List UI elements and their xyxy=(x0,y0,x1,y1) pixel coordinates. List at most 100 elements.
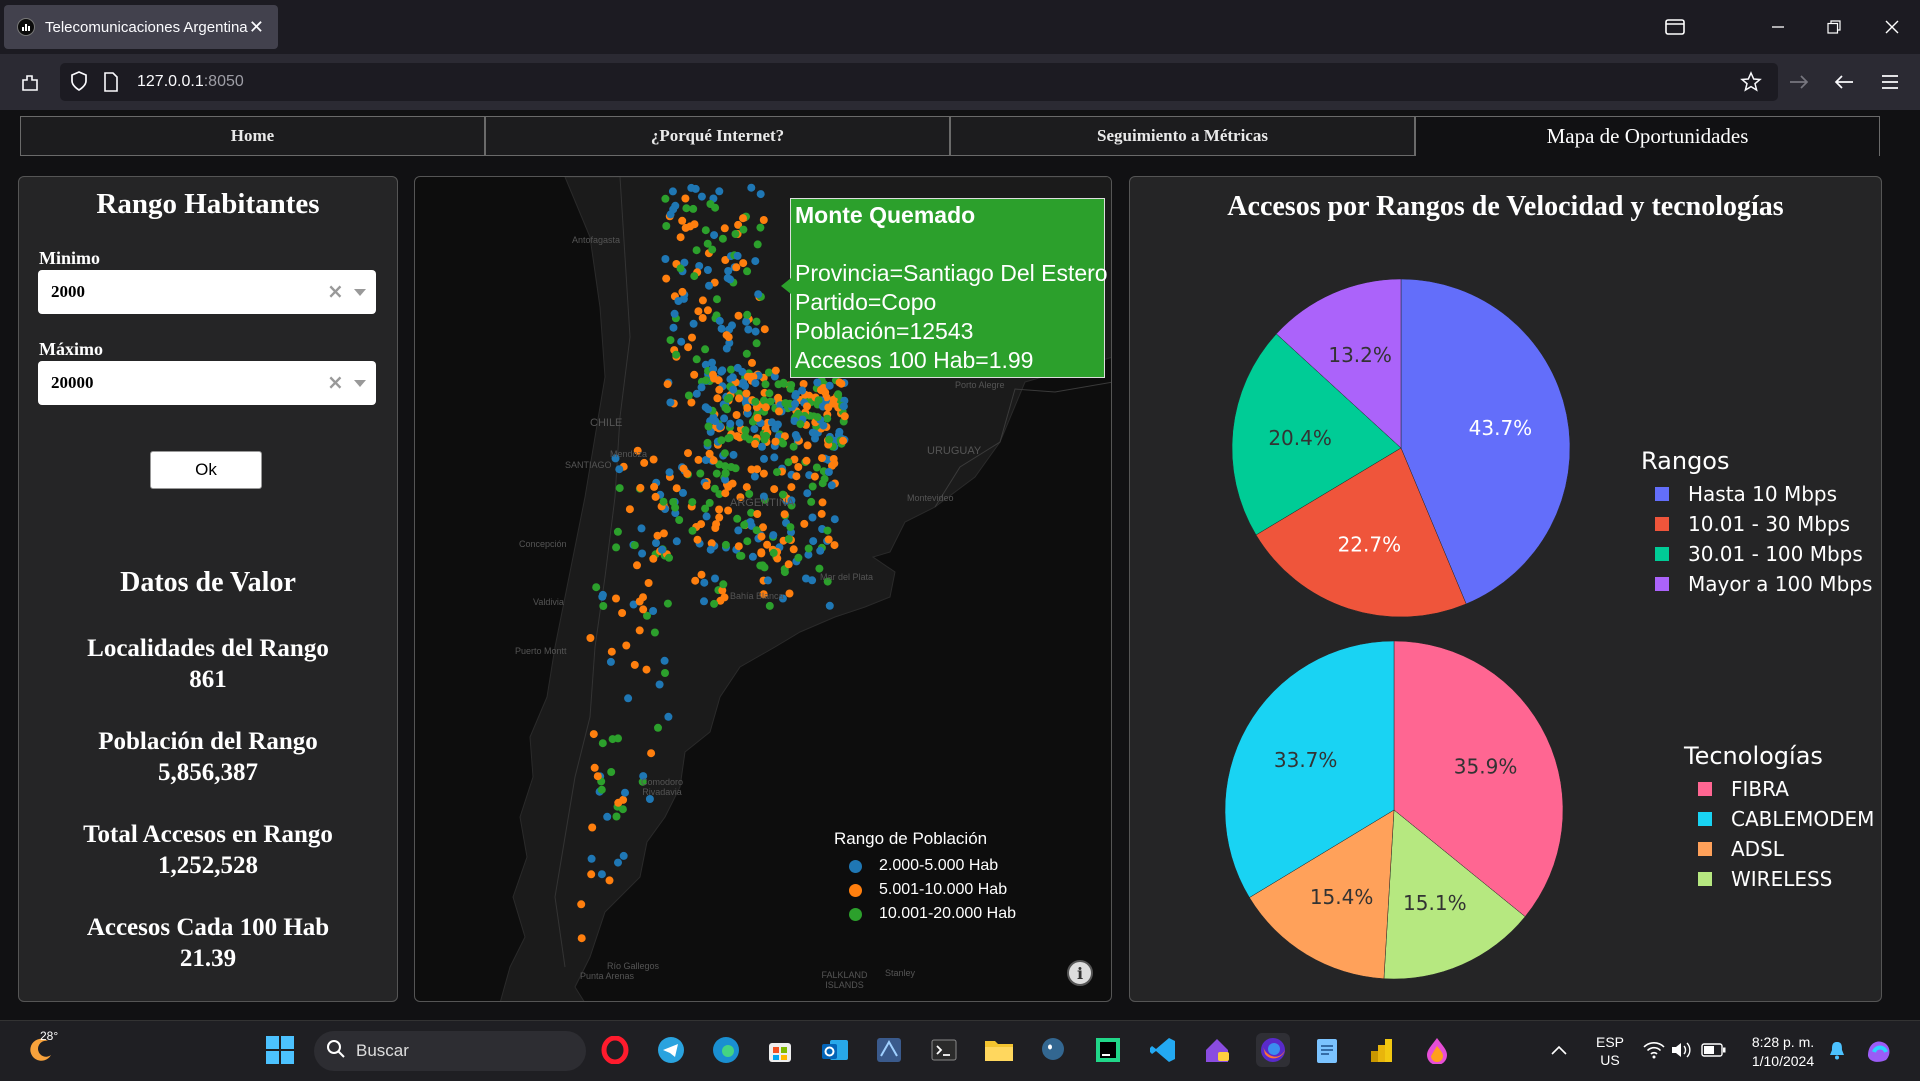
locality-marker[interactable] xyxy=(715,513,724,522)
locality-marker[interactable] xyxy=(771,366,780,375)
locality-marker[interactable] xyxy=(675,516,684,524)
locality-marker[interactable] xyxy=(743,537,752,546)
tab-seguimiento-metricas[interactable]: Seguimiento a Métricas xyxy=(950,116,1415,156)
legend-item-2000-5000[interactable]: 2.000-5.000 Hab xyxy=(834,854,1016,878)
locality-marker[interactable] xyxy=(743,310,752,319)
notepad-icon[interactable] xyxy=(1310,1033,1344,1067)
max-dropdown[interactable]: 20000 × xyxy=(38,361,376,405)
locality-marker[interactable] xyxy=(753,465,762,474)
keyboard-language[interactable]: ESP US xyxy=(1596,1033,1624,1069)
locality-marker[interactable] xyxy=(824,468,833,476)
locality-marker[interactable] xyxy=(589,730,598,739)
locality-marker[interactable] xyxy=(760,325,769,334)
locality-marker[interactable] xyxy=(794,553,803,562)
locality-marker[interactable] xyxy=(677,337,686,346)
locality-marker[interactable] xyxy=(607,768,616,776)
locality-marker[interactable] xyxy=(615,465,624,474)
locality-marker[interactable] xyxy=(666,398,675,407)
locality-marker[interactable] xyxy=(791,391,800,400)
locality-marker[interactable] xyxy=(717,324,726,333)
locality-marker[interactable] xyxy=(642,665,651,674)
locality-marker[interactable] xyxy=(614,798,623,807)
locality-marker[interactable] xyxy=(727,365,735,374)
locality-marker[interactable] xyxy=(751,397,760,406)
locality-marker[interactable] xyxy=(733,363,742,372)
locality-marker[interactable] xyxy=(737,551,746,560)
locality-marker[interactable] xyxy=(654,723,662,732)
locality-marker[interactable] xyxy=(687,398,696,407)
locality-marker[interactable] xyxy=(784,535,793,543)
locality-marker[interactable] xyxy=(665,553,673,562)
locality-marker[interactable] xyxy=(727,463,736,471)
locality-marker[interactable] xyxy=(729,385,738,394)
locality-marker[interactable] xyxy=(684,343,693,352)
locality-marker[interactable] xyxy=(615,484,624,493)
locality-marker[interactable] xyxy=(767,418,776,427)
notification-bell-icon[interactable] xyxy=(1820,1033,1854,1067)
locality-marker[interactable] xyxy=(653,531,662,540)
locality-marker[interactable] xyxy=(606,657,615,666)
locality-marker[interactable] xyxy=(717,367,726,376)
locality-marker[interactable] xyxy=(813,378,822,387)
chevron-down-icon[interactable] xyxy=(354,380,366,387)
locality-marker[interactable] xyxy=(824,535,833,544)
copilot-icon[interactable] xyxy=(1862,1033,1896,1067)
locality-marker[interactable] xyxy=(827,481,836,490)
locality-marker[interactable] xyxy=(671,503,680,512)
locality-marker[interactable] xyxy=(713,295,721,304)
locality-marker[interactable] xyxy=(708,245,717,254)
power-bi-icon[interactable] xyxy=(1365,1033,1399,1067)
locality-marker[interactable] xyxy=(697,520,706,529)
locality-marker[interactable] xyxy=(818,479,827,488)
locality-marker[interactable] xyxy=(718,234,727,243)
locality-marker[interactable] xyxy=(703,266,712,274)
locality-marker[interactable] xyxy=(614,734,622,743)
locality-marker[interactable] xyxy=(748,358,756,367)
locality-marker[interactable] xyxy=(824,403,833,412)
locality-marker[interactable] xyxy=(773,468,781,477)
locality-marker[interactable] xyxy=(830,515,839,524)
locality-marker[interactable] xyxy=(792,472,801,481)
locality-marker[interactable] xyxy=(785,589,794,598)
locality-marker[interactable] xyxy=(669,323,678,332)
locality-marker[interactable] xyxy=(697,192,706,201)
locality-marker[interactable] xyxy=(598,592,607,601)
locality-marker[interactable] xyxy=(741,381,749,390)
locality-marker[interactable] xyxy=(743,403,752,412)
locality-marker[interactable] xyxy=(577,934,586,943)
locality-marker[interactable] xyxy=(663,380,672,389)
locality-marker[interactable] xyxy=(729,450,738,459)
locality-marker[interactable] xyxy=(808,428,817,437)
locality-marker[interactable] xyxy=(744,325,753,334)
locality-marker[interactable] xyxy=(793,433,801,442)
locality-marker[interactable] xyxy=(751,379,760,388)
locality-marker[interactable] xyxy=(679,464,688,473)
locality-marker[interactable] xyxy=(619,851,628,860)
forward-icon[interactable] xyxy=(1783,66,1815,98)
locality-marker[interactable] xyxy=(698,314,707,322)
locality-marker[interactable] xyxy=(715,505,724,514)
legend-item-hasta-10[interactable]: Hasta 10 Mbps xyxy=(1641,479,1872,509)
locality-marker[interactable] xyxy=(603,812,612,821)
locality-marker[interactable] xyxy=(613,527,622,536)
locality-marker[interactable] xyxy=(753,413,762,422)
locality-marker[interactable] xyxy=(681,194,690,203)
technologies-pie-chart[interactable]: 35.9% 15.1% 15.4% 33.7% xyxy=(1223,639,1565,981)
locality-marker[interactable] xyxy=(644,579,653,587)
locality-marker[interactable] xyxy=(784,458,793,467)
locality-marker[interactable] xyxy=(662,274,671,283)
locality-marker[interactable] xyxy=(630,541,639,550)
postgresql-icon[interactable] xyxy=(1036,1033,1070,1067)
locality-marker[interactable] xyxy=(759,216,768,224)
locality-marker[interactable] xyxy=(635,626,644,635)
locality-marker[interactable] xyxy=(696,469,705,478)
legend-item-5001-10000[interactable]: 5.001-10.000 Hab xyxy=(834,878,1016,902)
locality-marker[interactable] xyxy=(607,647,616,656)
locality-marker[interactable] xyxy=(800,519,809,528)
pycharm-icon[interactable] xyxy=(1091,1033,1125,1067)
locality-marker[interactable] xyxy=(721,469,730,478)
opera-icon[interactable] xyxy=(598,1033,632,1067)
locality-marker[interactable] xyxy=(694,455,703,464)
locality-marker[interactable] xyxy=(762,431,771,440)
locality-marker[interactable] xyxy=(649,554,658,563)
